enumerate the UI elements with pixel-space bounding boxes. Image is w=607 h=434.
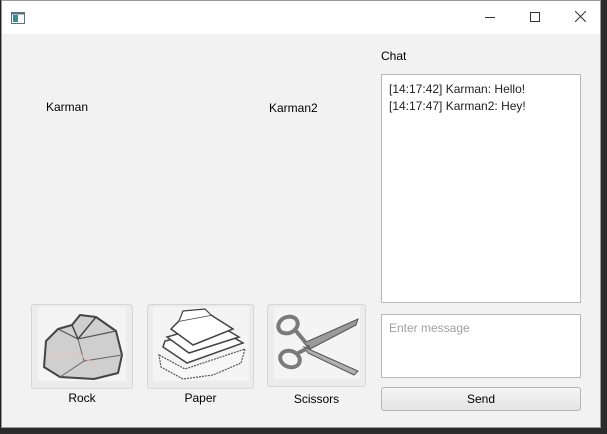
chat-title: Chat bbox=[381, 49, 407, 63]
chat-log[interactable]: [14:17:42] Karman: Hello! [14:17:47] Kar… bbox=[381, 74, 581, 303]
title-bar[interactable] bbox=[2, 1, 600, 34]
message-input[interactable] bbox=[381, 314, 581, 378]
scissors-label: Scissors bbox=[293, 392, 340, 406]
maximize-icon bbox=[530, 9, 540, 27]
paper-button[interactable] bbox=[147, 304, 254, 389]
close-icon bbox=[574, 9, 586, 27]
paper-label: Paper bbox=[184, 391, 217, 405]
rock-button[interactable] bbox=[31, 304, 133, 389]
background-desktop bbox=[601, 0, 607, 434]
player-right-name: Karman2 bbox=[269, 101, 318, 115]
minimize-button[interactable] bbox=[467, 1, 513, 34]
send-button[interactable]: Send bbox=[381, 387, 581, 411]
rock-icon bbox=[38, 307, 126, 386]
scissors-icon bbox=[273, 307, 360, 384]
paper-icon bbox=[152, 307, 249, 386]
rock-label: Rock bbox=[68, 391, 96, 405]
player-left-name: Karman bbox=[46, 100, 89, 114]
app-window: Karman Karman2 Rock Paper Scissors Chat … bbox=[1, 0, 601, 428]
chat-message: [14:17:42] Karman: Hello! bbox=[389, 82, 526, 96]
maximize-button[interactable] bbox=[512, 1, 558, 34]
background-desktop-bottom bbox=[0, 428, 607, 434]
chat-message: [14:17:47] Karman2: Hey! bbox=[389, 99, 526, 113]
app-window-icon bbox=[11, 11, 25, 24]
minimize-icon bbox=[485, 9, 495, 27]
scissors-button[interactable] bbox=[267, 304, 366, 387]
close-button[interactable] bbox=[557, 1, 603, 34]
